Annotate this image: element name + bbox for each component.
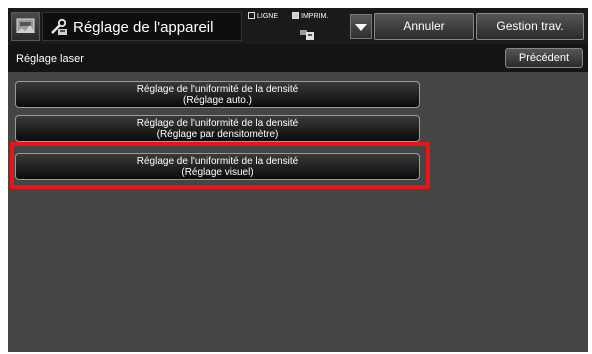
printer-icon [300, 30, 314, 40]
menu-item-densitometer-adjust[interactable]: Réglage de l'uniformité de la densité (R… [15, 115, 420, 142]
cancel-button-label: Annuler [403, 19, 445, 33]
dropdown-button[interactable] [350, 14, 372, 39]
job-management-label: Gestion trav. [496, 19, 564, 33]
screen-title-box: Réglage de l'appareil [42, 12, 242, 41]
line-indicator: LIGNE [248, 12, 278, 20]
machine-adjust-icon [51, 18, 67, 35]
selection-highlight [10, 142, 430, 189]
back-button-label: Précédent [518, 52, 570, 64]
job-management-button[interactable]: Gestion trav. [476, 13, 584, 40]
menu-item-title: Réglage de l'uniformité de la densité [136, 118, 299, 129]
print-checkbox-icon [292, 12, 299, 19]
sub-header: Réglage laser Précédent [8, 44, 588, 72]
page-title: Réglage de l'appareil [73, 19, 214, 36]
line-checkbox-icon [248, 12, 255, 19]
line-label: LIGNE [257, 13, 279, 20]
menu-item-subtitle: (Réglage par densitomètre) [156, 129, 279, 140]
settings-app-icon[interactable] [11, 12, 40, 41]
menu-item-auto-adjust[interactable]: Réglage de l'uniformité de la densité (R… [15, 81, 420, 108]
menu-item-subtitle: (Réglage auto.) [183, 95, 252, 106]
dropdown-arrow-icon [355, 24, 367, 31]
cancel-button[interactable]: Annuler [374, 13, 474, 40]
device-screen: Réglage de l'appareil LIGNE IMPRIM. Annu… [8, 8, 588, 352]
section-title: Réglage laser [16, 53, 84, 65]
top-bar: Réglage de l'appareil LIGNE IMPRIM. Annu… [8, 8, 588, 44]
print-label: IMPRIM. [301, 13, 329, 20]
menu-item-title: Réglage de l'uniformité de la densité [136, 84, 299, 95]
back-button[interactable]: Précédent [505, 48, 583, 68]
print-indicator: IMPRIM. [292, 12, 328, 20]
